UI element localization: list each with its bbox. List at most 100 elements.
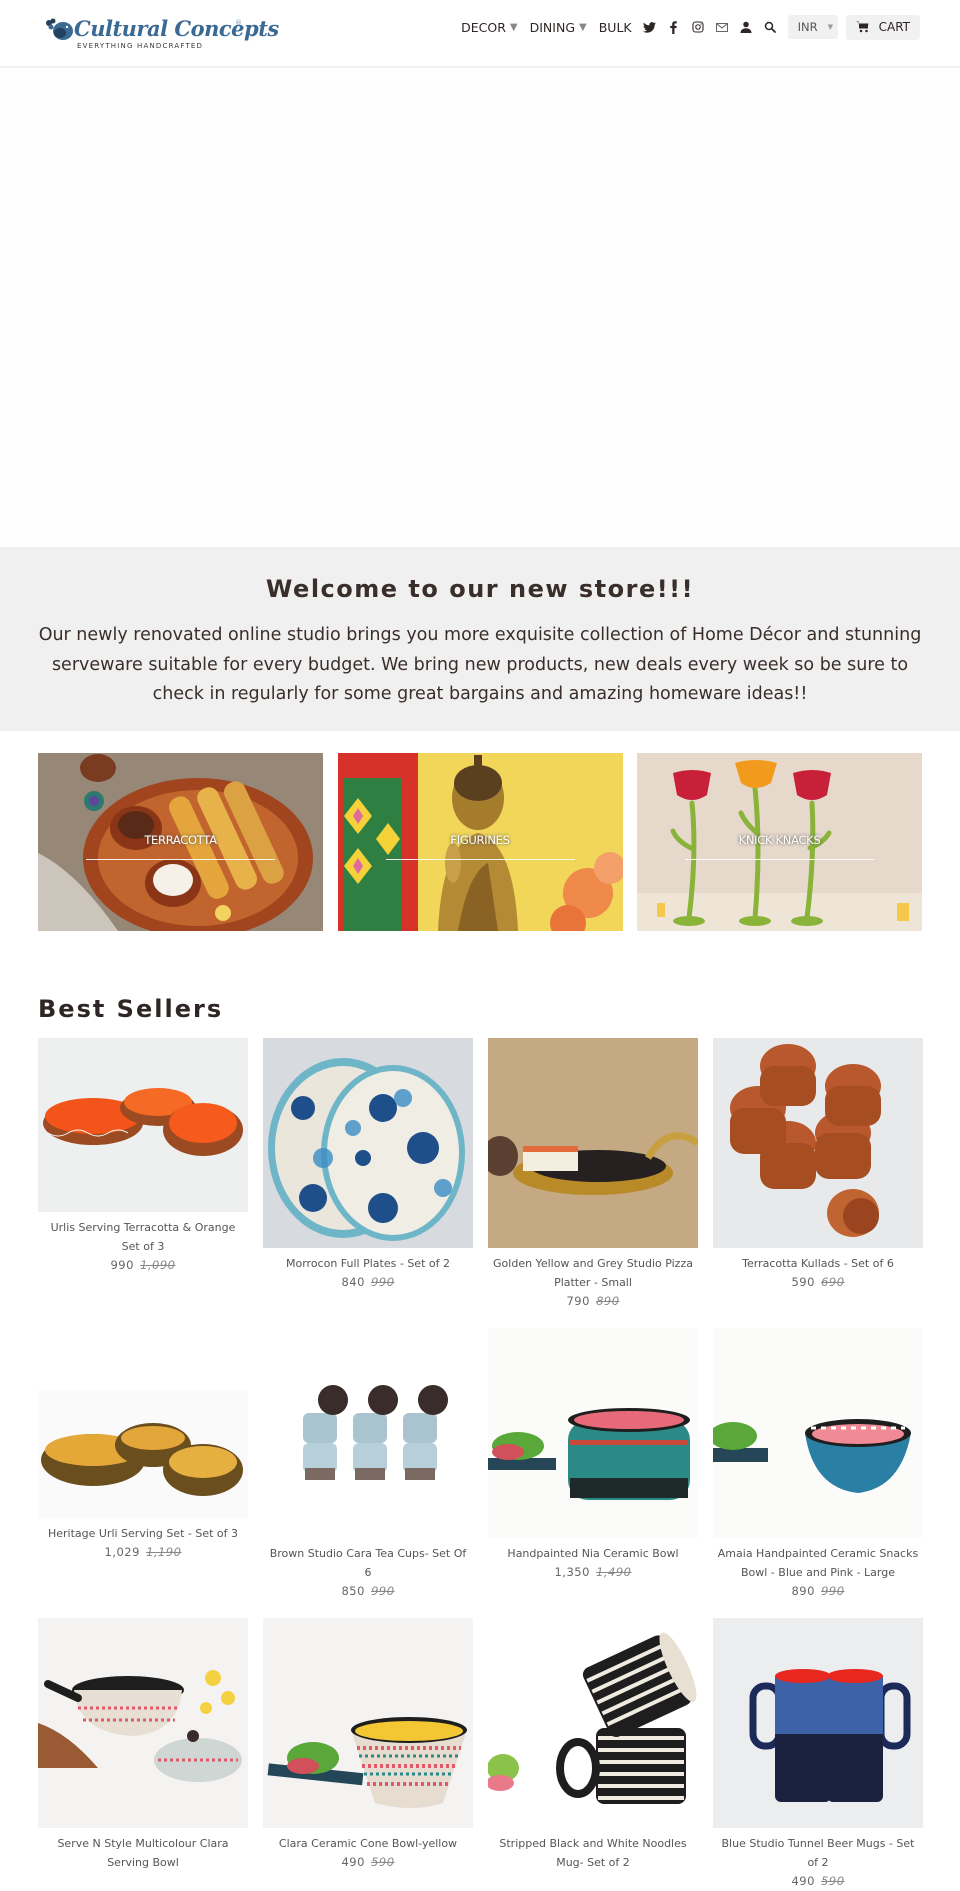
product-price: 990 1,090 [38,1256,248,1275]
sale-price: 990 [110,1258,134,1272]
collection-terracotta[interactable]: TERRACOTTA [38,753,323,931]
account-icon[interactable] [739,20,753,34]
compare-price: 990 [371,1584,395,1598]
sale-price: 590 [791,1275,815,1289]
product-name: Blue Studio Tunnel Beer Mugs - Set of 2 [721,1837,915,1869]
product-image [38,1038,248,1212]
product-card[interactable]: Terracotta Kullads - Set of 6 590 690 [713,1038,923,1328]
collection-label: KNICK KNACKS [738,833,821,847]
cart-button[interactable]: CART [845,14,920,40]
sale-price: 840 [341,1275,365,1289]
nav-decor[interactable]: DECOR ▼ [461,20,517,35]
product-name: Stripped Black and White Noodles Mug- Se… [499,1837,687,1869]
collection-label: TERRACOTTA [144,833,217,847]
product-card[interactable]: Amaia Handpainted Ceramic Snacks Bowl - … [713,1328,923,1618]
product-image [488,1038,698,1248]
product-price: 590 690 [713,1273,923,1292]
instagram-icon[interactable] [691,20,705,34]
product-image [38,1618,248,1828]
compare-price: 590 [821,1874,845,1888]
product-card[interactable]: Blue Studio Tunnel Beer Mugs - Set of 2 … [713,1618,923,1891]
compare-price: 1,190 [146,1545,182,1559]
collection-divider [685,859,874,860]
nav-bulk[interactable]: BULK [599,20,632,35]
site-header: Cultural Concepts ® EVERYTHING HANDCRAFT… [0,0,960,68]
email-icon[interactable] [715,20,729,34]
chevron-down-icon: ▼ [509,21,518,33]
compare-price: 1,090 [140,1258,176,1272]
featured-collections: TERRACOTTA FIGURINES KNICK KNACKS [0,731,960,931]
compare-price: 890 [596,1294,620,1308]
product-card[interactable]: Urlis Serving Terracotta & Orange Set of… [38,1038,248,1328]
product-price: 890 990 [713,1582,923,1601]
sale-price: 490 [791,1874,815,1888]
product-price: 850 990 [263,1582,473,1601]
product-card[interactable]: Clara Ceramic Cone Bowl-yellow 490 590 [263,1618,473,1891]
compare-price: 990 [371,1275,395,1289]
product-name: Serve N Style Multicolour Clara Serving … [57,1837,229,1869]
search-icon[interactable] [763,20,777,34]
nav-bulk-label: BULK [598,19,632,35]
sale-price: 490 [341,1855,365,1869]
product-image [488,1618,698,1828]
compare-price: 590 [371,1855,395,1869]
social-icons [638,20,782,34]
currency-select[interactable]: INR ▼ [787,15,838,39]
brand-logo[interactable]: Cultural Concepts ® EVERYTHING HANDCRAFT… [44,14,279,54]
product-card[interactable]: Stripped Black and White Noodles Mug- Se… [488,1618,698,1891]
product-price: 790 890 [488,1292,698,1311]
twitter-icon[interactable] [643,20,657,34]
chevron-down-icon: ▼ [827,23,833,31]
brand-tagline: EVERYTHING HANDCRAFTED [77,42,204,50]
product-name: Terracotta Kullads - Set of 6 [742,1257,894,1270]
registered-mark: ® [235,19,242,27]
product-name: Handpainted Nia Ceramic Bowl [507,1547,679,1560]
product-image [713,1618,923,1828]
product-price: 1,350 1,490 [488,1563,698,1582]
main-nav: DECOR ▼ DINING ▼ BULK INR ▼ CART [461,14,920,40]
nav-decor-label: DECOR [461,19,506,35]
product-card[interactable]: Golden Yellow and Grey Studio Pizza Plat… [488,1038,698,1328]
welcome-text: Our newly renovated online studio brings… [38,625,922,704]
collection-knick-knacks[interactable]: KNICK KNACKS [637,753,922,931]
facebook-icon[interactable] [667,20,681,34]
product-price: 840 990 [263,1273,473,1292]
chevron-down-icon: ▼ [579,21,587,33]
product-name: Golden Yellow and Grey Studio Pizza Plat… [493,1257,693,1289]
collection-divider [86,859,275,860]
cart-label: CART [878,20,910,34]
compare-price: 1,490 [596,1565,632,1579]
product-name: Amaia Handpainted Ceramic Snacks Bowl - … [717,1547,919,1579]
product-name: Brown Studio Cara Tea Cups- Set Of 6 [269,1547,467,1579]
product-card[interactable]: Heritage Urli Serving Set - Set of 3 1,0… [38,1328,248,1618]
product-image [713,1038,923,1248]
product-name: Morrocon Full Plates - Set of 2 [286,1257,450,1270]
compare-price: 990 [821,1584,845,1598]
compare-price: 690 [821,1275,845,1289]
product-price: 490 590 [263,1853,473,1872]
hero-slideshow [0,68,960,547]
product-image [263,1618,473,1828]
welcome-banner: Welcome to our new store!!! Our newly re… [0,547,960,731]
welcome-title: Welcome to our new store!!! [265,575,695,603]
currency-value: INR [797,20,818,34]
product-image [713,1328,923,1538]
product-card[interactable]: Morrocon Full Plates - Set of 2 840 990 [263,1038,473,1328]
nav-dining[interactable]: DINING ▼ [530,20,587,35]
sale-price: 850 [341,1584,365,1598]
cart-icon [855,21,869,33]
sale-price: 890 [791,1584,815,1598]
collection-figurines[interactable]: FIGURINES [337,753,623,931]
product-card[interactable]: Brown Studio Cara Tea Cups- Set Of 6 850… [263,1328,473,1618]
product-name: Heritage Urli Serving Set - Set of 3 [47,1527,239,1540]
product-card[interactable]: Serve N Style Multicolour Clara Serving … [38,1618,248,1891]
product-grid: Urlis Serving Terracotta & Orange Set of… [0,1023,960,1891]
brand-name: Cultural Concepts [74,16,279,41]
best-sellers-title: Best Sellers [38,995,224,1023]
collection-divider [385,859,575,860]
collection-label: FIGURINES [450,833,510,847]
product-name: Clara Ceramic Cone Bowl-yellow [278,1837,458,1850]
bird-logo-icon [46,18,73,40]
nav-dining-label: DINING [529,19,576,35]
product-card[interactable]: Handpainted Nia Ceramic Bowl 1,350 1,490 [488,1328,698,1618]
